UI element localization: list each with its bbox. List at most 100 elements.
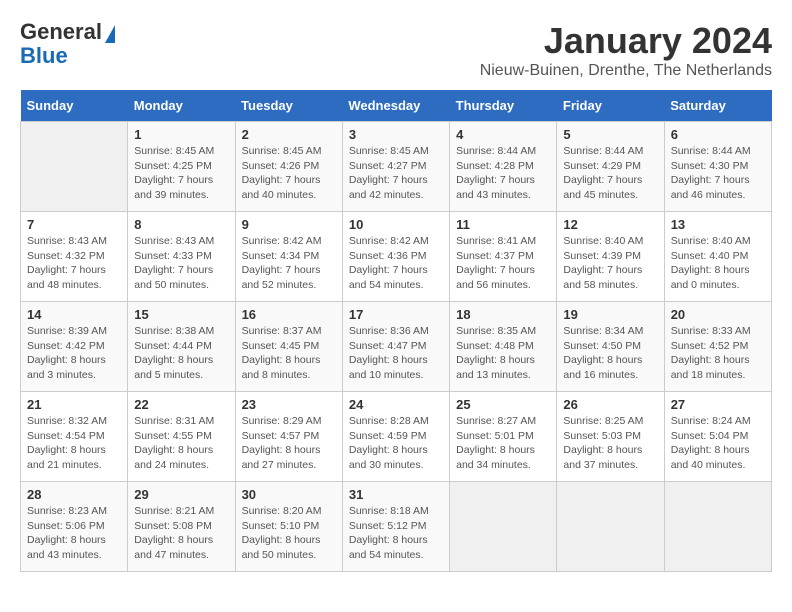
calendar-cell: 11 Sunrise: 8:41 AMSunset: 4:37 PMDayligh… [450, 212, 557, 302]
header-wednesday: Wednesday [342, 90, 449, 122]
header-friday: Friday [557, 90, 664, 122]
header-monday: Monday [128, 90, 235, 122]
logo-icon [105, 25, 115, 43]
day-detail: Sunrise: 8:31 AMSunset: 4:55 PMDaylight:… [134, 414, 228, 473]
logo: General Blue [20, 20, 115, 68]
day-number: 10 [349, 217, 443, 232]
day-detail: Sunrise: 8:44 AMSunset: 4:28 PMDaylight:… [456, 144, 550, 203]
day-number: 12 [563, 217, 657, 232]
calendar-body: 1 Sunrise: 8:45 AMSunset: 4:25 PMDaylight… [21, 122, 772, 572]
calendar-week-2: 14 Sunrise: 8:39 AMSunset: 4:42 PMDayligh… [21, 302, 772, 392]
calendar-cell: 30Sunrise: 8:20 AMSunset: 5:10 PMDayligh… [235, 482, 342, 572]
day-detail: Sunrise: 8:40 AMSunset: 4:39 PMDaylight:… [563, 234, 657, 293]
day-detail: Sunrise: 8:24 AMSunset: 5:04 PMDaylight:… [671, 414, 765, 473]
calendar-cell: 16 Sunrise: 8:37 AMSunset: 4:45 PMDayligh… [235, 302, 342, 392]
calendar-cell: 28Sunrise: 8:23 AMSunset: 5:06 PMDayligh… [21, 482, 128, 572]
logo-general-text: General [20, 19, 102, 44]
day-number: 17 [349, 307, 443, 322]
day-number: 27 [671, 397, 765, 412]
header-row: Sunday Monday Tuesday Wednesday Thursday… [21, 90, 772, 122]
day-number: 5 [563, 127, 657, 142]
day-detail: Sunrise: 8:18 AMSunset: 5:12 PMDaylight:… [349, 504, 443, 563]
calendar-cell: 23 Sunrise: 8:29 AMSunset: 4:57 PMDayligh… [235, 392, 342, 482]
calendar-cell: 21 Sunrise: 8:32 AMSunset: 4:54 PMDayligh… [21, 392, 128, 482]
day-detail: Sunrise: 8:44 AMSunset: 4:29 PMDaylight:… [563, 144, 657, 203]
calendar-cell [450, 482, 557, 572]
calendar-week-1: 7Sunrise: 8:43 AMSunset: 4:32 PMDaylight… [21, 212, 772, 302]
calendar-cell: 15 Sunrise: 8:38 AMSunset: 4:44 PMDayligh… [128, 302, 235, 392]
day-detail: Sunrise: 8:36 AMSunset: 4:47 PMDaylight:… [349, 324, 443, 383]
day-detail: Sunrise: 8:42 AMSunset: 4:36 PMDaylight:… [349, 234, 443, 293]
day-detail: Sunrise: 8:42 AMSunset: 4:34 PMDaylight:… [242, 234, 336, 293]
header-thursday: Thursday [450, 90, 557, 122]
day-number: 16 [242, 307, 336, 322]
calendar-cell [664, 482, 771, 572]
day-detail: Sunrise: 8:23 AMSunset: 5:06 PMDaylight:… [27, 504, 121, 563]
calendar-cell: 10 Sunrise: 8:42 AMSunset: 4:36 PMDayligh… [342, 212, 449, 302]
day-number: 14 [27, 307, 121, 322]
calendar-week-0: 1 Sunrise: 8:45 AMSunset: 4:25 PMDaylight… [21, 122, 772, 212]
day-detail: Sunrise: 8:39 AMSunset: 4:42 PMDaylight:… [27, 324, 121, 383]
calendar-cell: 9 Sunrise: 8:42 AMSunset: 4:34 PMDaylight… [235, 212, 342, 302]
day-detail: Sunrise: 8:43 AMSunset: 4:33 PMDaylight:… [134, 234, 228, 293]
day-detail: Sunrise: 8:25 AMSunset: 5:03 PMDaylight:… [563, 414, 657, 473]
calendar-header: Sunday Monday Tuesday Wednesday Thursday… [21, 90, 772, 122]
day-detail: Sunrise: 8:33 AMSunset: 4:52 PMDaylight:… [671, 324, 765, 383]
calendar-cell: 25 Sunrise: 8:27 AMSunset: 5:01 PMDayligh… [450, 392, 557, 482]
calendar-table: Sunday Monday Tuesday Wednesday Thursday… [20, 90, 772, 572]
day-number: 18 [456, 307, 550, 322]
calendar-cell: 1 Sunrise: 8:45 AMSunset: 4:25 PMDaylight… [128, 122, 235, 212]
calendar-cell: 6 Sunrise: 8:44 AMSunset: 4:30 PMDaylight… [664, 122, 771, 212]
calendar-cell: 3Sunrise: 8:45 AMSunset: 4:27 PMDaylight… [342, 122, 449, 212]
day-detail: Sunrise: 8:28 AMSunset: 4:59 PMDaylight:… [349, 414, 443, 473]
calendar-cell: 26Sunrise: 8:25 AMSunset: 5:03 PMDayligh… [557, 392, 664, 482]
calendar-cell: 13 Sunrise: 8:40 AMSunset: 4:40 PMDayligh… [664, 212, 771, 302]
day-number: 30 [242, 487, 336, 502]
day-detail: Sunrise: 8:34 AMSunset: 4:50 PMDaylight:… [563, 324, 657, 383]
day-detail: Sunrise: 8:27 AMSunset: 5:01 PMDaylight:… [456, 414, 550, 473]
day-number: 1 [134, 127, 228, 142]
day-detail: Sunrise: 8:35 AMSunset: 4:48 PMDaylight:… [456, 324, 550, 383]
calendar-cell: 14 Sunrise: 8:39 AMSunset: 4:42 PMDayligh… [21, 302, 128, 392]
day-detail: Sunrise: 8:44 AMSunset: 4:30 PMDaylight:… [671, 144, 765, 203]
day-number: 19 [563, 307, 657, 322]
day-number: 25 [456, 397, 550, 412]
day-number: 31 [349, 487, 443, 502]
day-number: 20 [671, 307, 765, 322]
day-detail: Sunrise: 8:40 AMSunset: 4:40 PMDaylight:… [671, 234, 765, 293]
calendar-cell: 8Sunrise: 8:43 AMSunset: 4:33 PMDaylight… [128, 212, 235, 302]
calendar-cell: 29Sunrise: 8:21 AMSunset: 5:08 PMDayligh… [128, 482, 235, 572]
day-number: 15 [134, 307, 228, 322]
calendar-cell: 27 Sunrise: 8:24 AMSunset: 5:04 PMDayligh… [664, 392, 771, 482]
day-number: 6 [671, 127, 765, 142]
calendar-cell: 12 Sunrise: 8:40 AMSunset: 4:39 PMDayligh… [557, 212, 664, 302]
calendar-week-3: 21 Sunrise: 8:32 AMSunset: 4:54 PMDayligh… [21, 392, 772, 482]
day-number: 4 [456, 127, 550, 142]
header-saturday: Saturday [664, 90, 771, 122]
day-detail: Sunrise: 8:38 AMSunset: 4:44 PMDaylight:… [134, 324, 228, 383]
day-number: 13 [671, 217, 765, 232]
header-tuesday: Tuesday [235, 90, 342, 122]
calendar-cell: 2Sunrise: 8:45 AMSunset: 4:26 PMDaylight… [235, 122, 342, 212]
title-area: January 2024 Nieuw-Buinen, Drenthe, The … [480, 20, 772, 80]
day-number: 21 [27, 397, 121, 412]
day-detail: Sunrise: 8:32 AMSunset: 4:54 PMDaylight:… [27, 414, 121, 473]
day-number: 23 [242, 397, 336, 412]
day-number: 11 [456, 217, 550, 232]
day-detail: Sunrise: 8:43 AMSunset: 4:32 PMDaylight:… [27, 234, 121, 293]
location-title: Nieuw-Buinen, Drenthe, The Netherlands [480, 62, 772, 80]
day-detail: Sunrise: 8:41 AMSunset: 4:37 PMDaylight:… [456, 234, 550, 293]
day-number: 9 [242, 217, 336, 232]
month-title: January 2024 [480, 20, 772, 62]
header-sunday: Sunday [21, 90, 128, 122]
calendar-cell: 24 Sunrise: 8:28 AMSunset: 4:59 PMDayligh… [342, 392, 449, 482]
day-number: 29 [134, 487, 228, 502]
day-detail: Sunrise: 8:45 AMSunset: 4:25 PMDaylight:… [134, 144, 228, 203]
day-detail: Sunrise: 8:37 AMSunset: 4:45 PMDaylight:… [242, 324, 336, 383]
day-detail: Sunrise: 8:29 AMSunset: 4:57 PMDaylight:… [242, 414, 336, 473]
calendar-cell: 31 Sunrise: 8:18 AMSunset: 5:12 PMDayligh… [342, 482, 449, 572]
calendar-cell: 4 Sunrise: 8:44 AMSunset: 4:28 PMDaylight… [450, 122, 557, 212]
day-number: 24 [349, 397, 443, 412]
day-detail: Sunrise: 8:45 AMSunset: 4:27 PMDaylight:… [349, 144, 443, 203]
calendar-cell: 22Sunrise: 8:31 AMSunset: 4:55 PMDayligh… [128, 392, 235, 482]
